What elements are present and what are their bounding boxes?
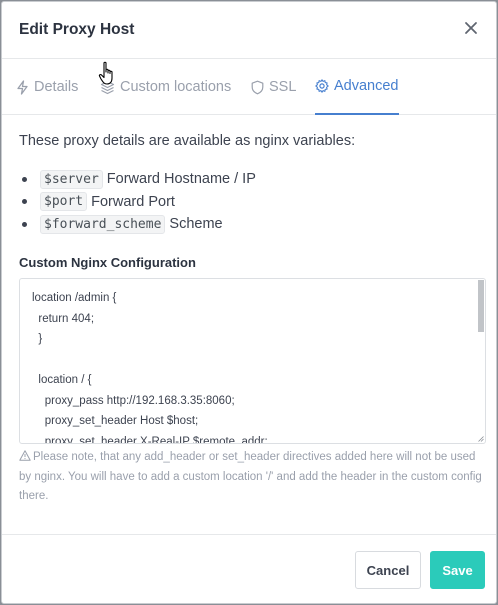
tab-custom-locations-label: Custom locations: [120, 79, 232, 95]
variable-desc: Forward Port: [91, 193, 175, 210]
list-item: $server Forward Hostname / IP: [22, 168, 256, 190]
resize-handle-icon[interactable]: [478, 436, 484, 442]
variable-code: $port: [40, 192, 88, 211]
modal-footer: Cancel Save: [2, 534, 496, 603]
tab-advanced[interactable]: Advanced: [315, 59, 399, 115]
bullet: [22, 176, 27, 182]
config-label: Custom Nginx Configuration: [19, 255, 196, 270]
variable-desc: Forward Hostname / IP: [106, 171, 256, 187]
bullet: [22, 199, 27, 204]
tab-bar: Details Custom locations SSL Advanced: [2, 59, 496, 115]
modal-title: Edit Proxy Host: [19, 21, 135, 38]
list-item: $port Forward Port: [22, 191, 256, 213]
save-button[interactable]: Save: [430, 551, 485, 589]
modal-header: Edit Proxy Host: [2, 2, 496, 59]
cancel-button[interactable]: Cancel: [355, 551, 421, 589]
intro-text: These proxy details are available as ngi…: [19, 133, 356, 149]
textarea-scrollbar[interactable]: [478, 280, 484, 332]
tab-ssl[interactable]: SSL: [251, 59, 296, 115]
tab-advanced-label: Advanced: [334, 78, 399, 94]
bolt-icon: [17, 79, 28, 95]
warning-icon: [19, 450, 31, 461]
nginx-config-textarea[interactable]: location /admin { return 404; } location…: [19, 278, 486, 444]
tab-details[interactable]: Details: [16, 59, 78, 115]
variable-code: $forward_scheme: [40, 214, 166, 234]
note-content: Please note, that any add_header or set_…: [19, 451, 482, 502]
note-text: Please note, that any add_header or set_…: [19, 448, 485, 507]
hand-cursor-icon: [98, 61, 113, 85]
gear-icon: [315, 79, 329, 93]
shield-icon: [251, 80, 264, 94]
variable-desc: Scheme: [169, 216, 223, 232]
config-text[interactable]: location /admin { return 404; } location…: [32, 288, 384, 443]
list-item: $forward_scheme Scheme: [22, 213, 256, 235]
close-button[interactable]: [461, 18, 481, 38]
tab-custom-locations[interactable]: Custom locations: [100, 59, 231, 115]
variable-list: $server Forward Hostname / IP $port Forw…: [22, 168, 256, 236]
tab-ssl-label: SSL: [269, 79, 297, 95]
edit-proxy-host-modal: Edit Proxy Host Details Custom locations: [1, 1, 497, 604]
tab-details-label: Details: [34, 79, 79, 95]
close-icon: [465, 22, 477, 34]
bullet: [22, 221, 27, 227]
variable-code: $server: [40, 169, 103, 189]
